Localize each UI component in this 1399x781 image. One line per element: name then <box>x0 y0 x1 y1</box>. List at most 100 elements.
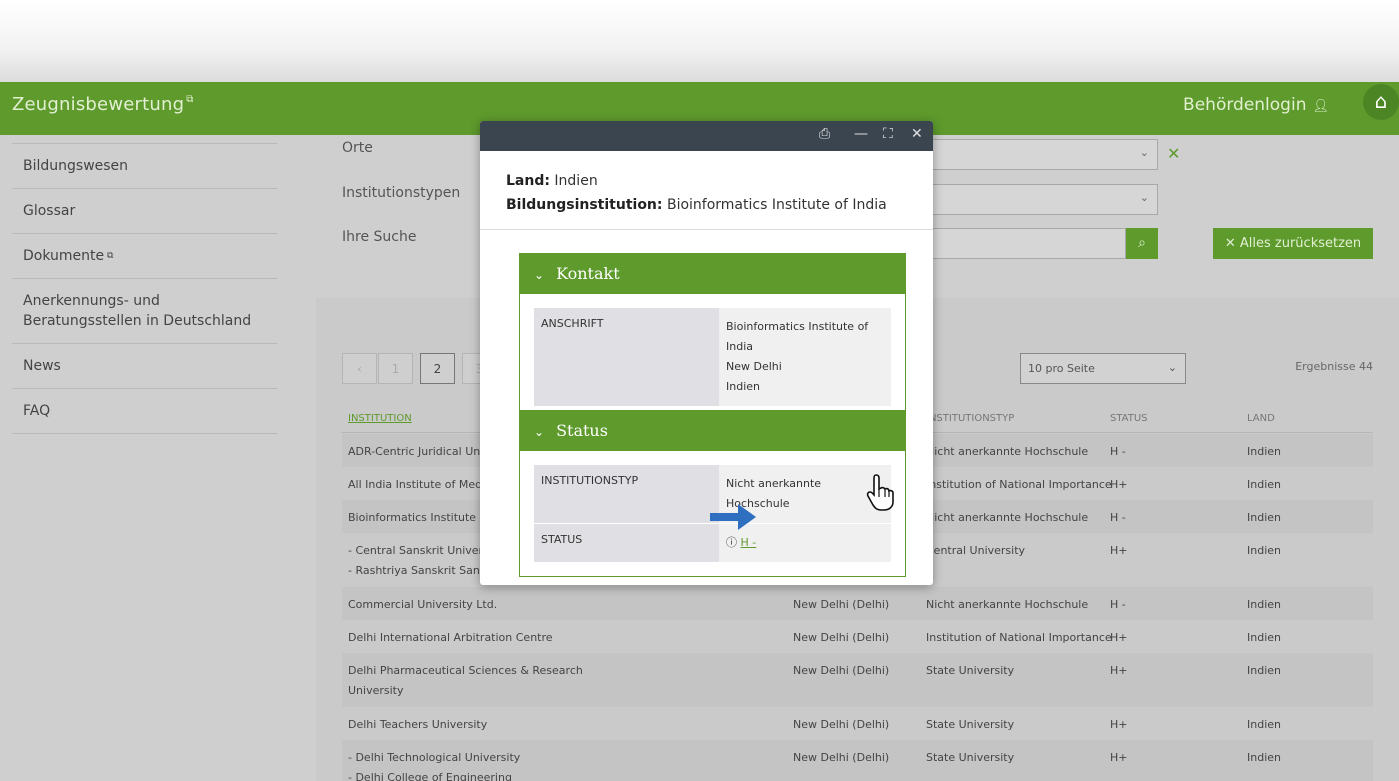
minimize-icon[interactable]: — <box>854 126 868 142</box>
cell-institution: Commercial University Ltd. <box>348 598 498 611</box>
sidebar-item-anerkennungsstellen[interactable]: Anerkennungs- und Beratungsstellen in De… <box>12 278 277 343</box>
cell-institution: - Delhi Technological University - Delhi … <box>348 748 520 781</box>
modal-titlebar: ⎙ — ⛶ ✕ <box>480 121 933 151</box>
col-institution[interactable]: INSTITUTION <box>348 413 412 424</box>
cell-ort: New Delhi (Delhi) <box>793 664 890 677</box>
sidebar-item-bildungswesen[interactable]: Bildungswesen <box>12 143 277 188</box>
login-link[interactable]: Behördenlogin 👤︎ <box>1183 95 1329 115</box>
cell-typ: Institution of National Importance <box>926 478 1112 491</box>
sidebar-item-dokumente[interactable]: Dokumente ⧉ <box>12 233 277 278</box>
cell-ort: New Delhi (Delhi) <box>793 718 890 731</box>
hand-cursor-icon <box>866 474 894 511</box>
orte-label: Orte <box>342 140 373 156</box>
col-status: STATUS <box>1110 413 1148 424</box>
status-body: INSTITUTIONSTYP Nicht anerkannte Hochsch… <box>520 451 905 576</box>
home-icon[interactable]: ⌂ <box>1363 84 1399 120</box>
institution-line: - Rashtriya Sanskrit Sansth <box>348 564 497 577</box>
print-icon[interactable]: ⎙ <box>819 126 830 142</box>
kontakt-body: ANSCHRIFT Bioinformatics Institute of In… <box>520 294 905 420</box>
institution-line: - Delhi Technological University <box>348 751 521 764</box>
page-1-button[interactable]: 1 <box>378 353 413 384</box>
brand-label: Zeugnisbewertung <box>12 94 185 115</box>
search-button[interactable]: ⌕ <box>1126 228 1158 259</box>
cell-status: H+ <box>1110 751 1128 764</box>
kontakt-toggle[interactable]: ⌄ Kontakt <box>520 254 905 294</box>
chevron-down-icon: ⌄ <box>1167 361 1177 374</box>
sidebar-item-label: Bildungswesen <box>23 158 129 174</box>
cell-land: Indien <box>1247 664 1281 677</box>
institution-line: University <box>348 684 404 697</box>
col-land: LAND <box>1247 413 1275 424</box>
page-prev-button[interactable]: ‹ <box>342 353 377 384</box>
institutionstyp-label: INSTITUTIONSTYP <box>534 465 719 523</box>
anschrift-row: ANSCHRIFT Bioinformatics Institute of In… <box>534 308 891 406</box>
cell-typ: Nicht anerkannte Hochschule <box>926 511 1089 524</box>
cell-institution: ADR-Centric Juridical Unive <box>348 445 497 458</box>
cell-status: H+ <box>1110 631 1128 644</box>
anschrift-line: Bioinformatics Institute of India <box>726 320 869 353</box>
table-row[interactable]: Delhi Pharmaceutical Sciences & Research… <box>342 653 1373 707</box>
cell-status: H+ <box>1110 478 1128 491</box>
user-icon: 👤︎ <box>1312 99 1329 114</box>
land-line: Land: Indien <box>506 169 907 193</box>
search-icon: ⌕ <box>1138 235 1146 251</box>
table-row[interactable]: - Delhi Technological University - Delhi … <box>342 740 1373 781</box>
orte-select[interactable]: ⌄ <box>930 139 1158 170</box>
cell-status: H - <box>1110 598 1126 611</box>
cell-typ: Central University <box>926 544 1026 557</box>
anschrift-label: ANSCHRIFT <box>534 308 719 406</box>
sidebar-item-news[interactable]: News <box>12 343 277 388</box>
sidebar-item-label: Anerkennungs- und Beratungsstellen in De… <box>23 293 252 329</box>
suche-label: Ihre Suche <box>342 229 417 245</box>
status-link[interactable]: H - <box>741 536 757 549</box>
sidebar-item-faq[interactable]: FAQ <box>12 388 277 434</box>
cell-land: Indien <box>1247 598 1281 611</box>
cell-typ: Nicht anerkannte Hochschule <box>926 445 1089 458</box>
status-section: ⌄ Status INSTITUTIONSTYP Nicht anerkannte… <box>519 410 906 577</box>
sidebar-item-glossar[interactable]: Glossar <box>12 188 277 233</box>
cell-typ: State University <box>926 751 1015 764</box>
cell-land: Indien <box>1247 445 1281 458</box>
cell-institution: Bioinformatics Institute of <box>348 511 491 524</box>
institution-line: - Delhi College of Engineering <box>348 771 512 781</box>
chevron-down-icon: ⌄ <box>1139 191 1149 204</box>
cell-typ: State University <box>926 718 1015 731</box>
table-row[interactable]: Delhi Teachers University New Delhi (Del… <box>342 707 1373 740</box>
table-row[interactable]: Commercial University Ltd. New Delhi (De… <box>342 587 1373 620</box>
top-fade <box>0 0 1399 82</box>
col-institutionstyp: INSTITUTIONSTYP <box>926 413 1015 424</box>
reset-all-button[interactable]: ✕ Alles zurücksetzen <box>1213 228 1373 259</box>
status-toggle[interactable]: ⌄ Status <box>520 411 905 451</box>
cell-land: Indien <box>1247 511 1281 524</box>
cell-institution: All India Institute of Medic <box>348 478 492 491</box>
info-icon[interactable]: ⓘ <box>726 536 737 549</box>
close-icon[interactable]: ✕ <box>911 126 923 142</box>
land-label: Land: <box>506 173 550 189</box>
brand-link[interactable]: Zeugnisbewertung ⧉ <box>12 94 194 115</box>
status-label: STATUS <box>534 524 719 562</box>
maximize-icon[interactable]: ⛶ <box>883 126 893 142</box>
institution-label: Bildungsinstitution: <box>506 197 663 213</box>
clear-orte-icon[interactable]: ✕ <box>1167 144 1180 163</box>
per-page-select[interactable]: 10 pro Seite ⌄ <box>1020 353 1186 384</box>
institutionstypen-select[interactable]: ⌄ <box>930 184 1158 215</box>
anschrift-line: Indien <box>726 380 760 393</box>
institution-line: Bildungsinstitution: Bioinformatics Inst… <box>506 193 907 217</box>
institution-value: Bioinformatics Institute of India <box>666 197 887 213</box>
kontakt-section: ⌄ Kontakt ANSCHRIFT Bioinformatics Instit… <box>519 253 906 421</box>
sidebar: Bildungswesen Glossar Dokumente ⧉ Anerke… <box>12 143 277 434</box>
result-count: Ergebnisse 44 <box>1295 360 1373 373</box>
cell-status: H - <box>1110 445 1126 458</box>
search-input[interactable] <box>930 228 1126 259</box>
cell-land: Indien <box>1247 631 1281 644</box>
cell-institution: Delhi Teachers University <box>348 718 488 731</box>
sidebar-item-label: Glossar <box>23 203 76 219</box>
institution-detail-modal: ⎙ — ⛶ ✕ Land: Indien Bildungsinstitution… <box>480 121 933 585</box>
cell-typ: Institution of National Importance <box>926 631 1112 644</box>
reset-label: Alles zurücksetzen <box>1239 236 1362 251</box>
cell-status: H - <box>1110 511 1126 524</box>
cell-ort: New Delhi (Delhi) <box>793 751 890 764</box>
cell-land: Indien <box>1247 718 1281 731</box>
page-2-button[interactable]: 2 <box>420 353 455 384</box>
table-row[interactable]: Delhi International Arbitration Centre N… <box>342 620 1373 653</box>
